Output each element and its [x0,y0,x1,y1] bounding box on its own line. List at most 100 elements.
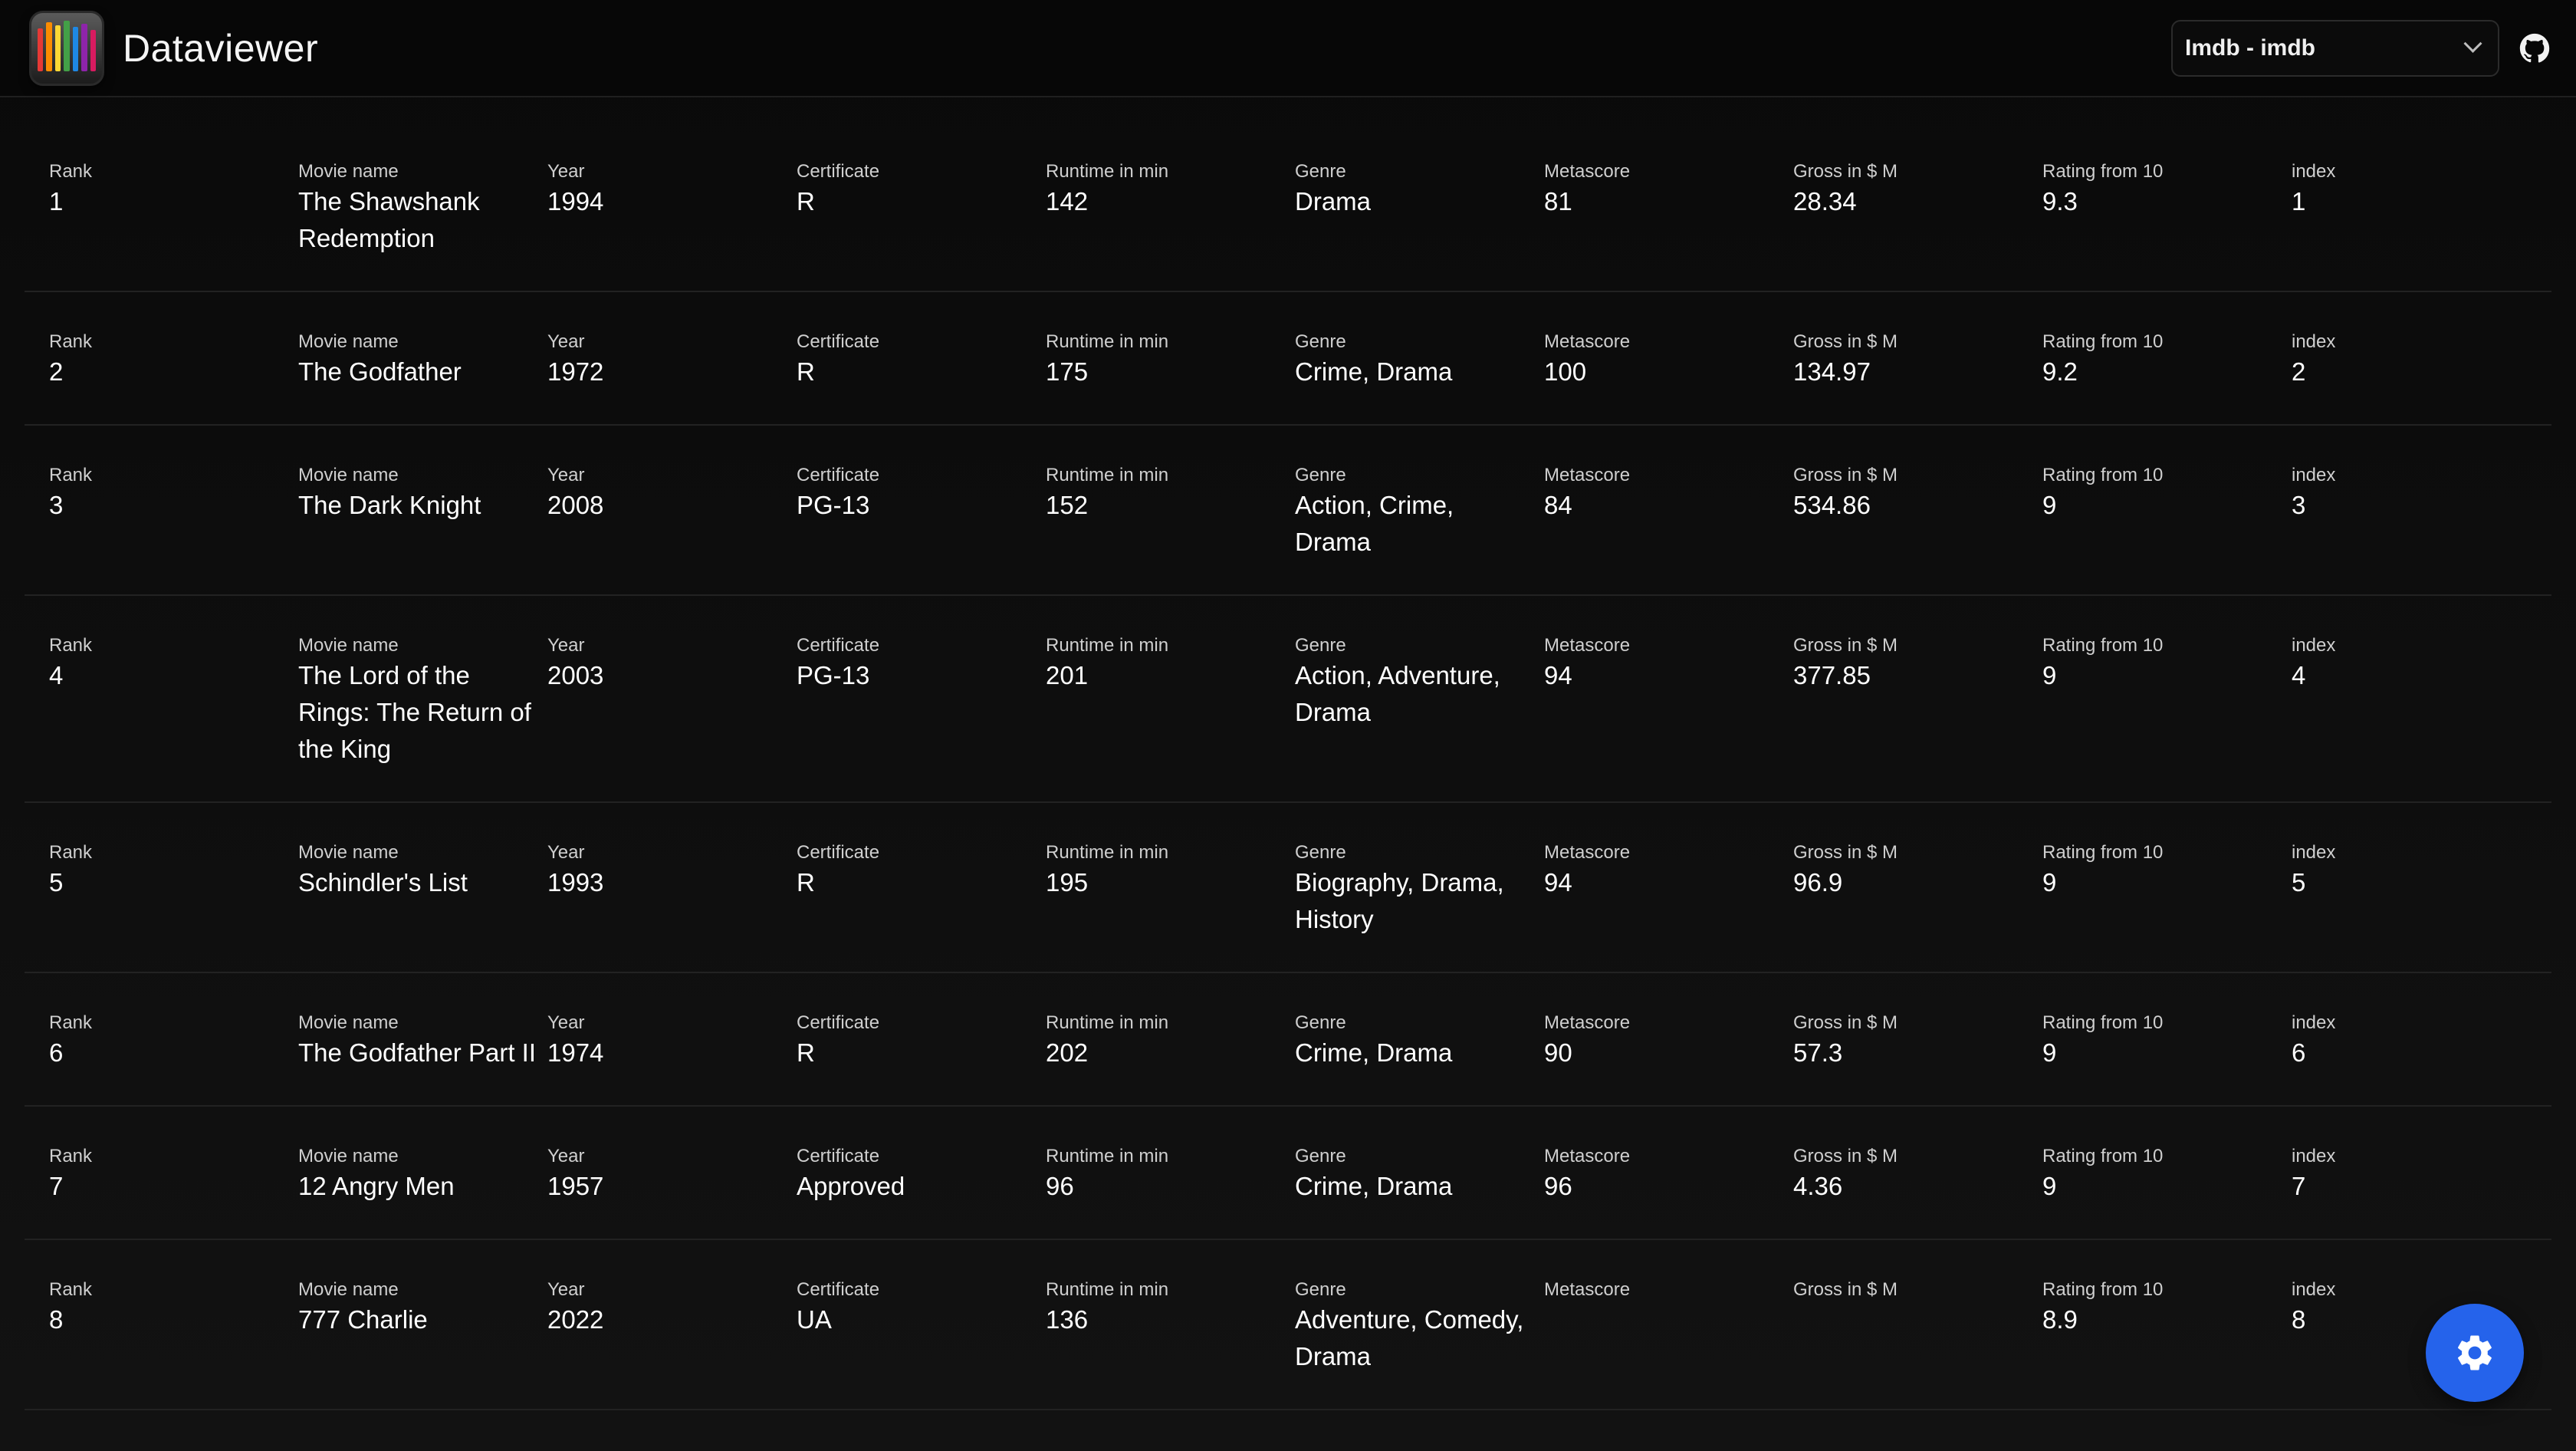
cell-certificate: Certificate UA [797,1278,1046,1375]
cell-label: Metascore [1544,1146,1631,1166]
cell-value: Crime, Drama [1295,1038,1453,1067]
cell-index: index 4 [2292,634,2541,768]
cell-gross: Gross in $ M [1793,1278,2042,1375]
cell-value: 96 [1544,1172,1572,1200]
cell-value: 136 [1046,1305,1089,1334]
cell-label: index [2292,1146,2336,1166]
cell-label: Runtime in min [1046,635,1169,656]
cell-value: 2 [49,357,64,386]
cell-genre: Genre Biography, Drama, History [1295,841,1544,938]
cell-label: index [2292,1012,2336,1033]
cell-label: index [2292,331,2336,352]
cell-label: Certificate [797,331,880,352]
cell-value: Crime, Drama [1295,357,1453,386]
cell-label: Movie name [298,1279,399,1300]
cell-value: 3 [49,491,64,519]
cell-label: Gross in $ M [1793,465,1898,485]
cell-value: R [797,187,815,216]
cell-label: Movie name [298,161,399,182]
cell-label: Rank [49,842,93,863]
cell-movie-name: Movie name Schindler's List [298,841,547,938]
cell-value: 9 [2042,1172,2057,1200]
cell-rank: Rank 2 [49,331,298,390]
cell-rating: Rating from 10 9 [2042,464,2292,561]
cell-movie-name: Movie name The Lord of the Rings: The Ret… [298,634,547,768]
cell-label: Metascore [1544,331,1631,352]
cell-movie-name: Movie name 777 Charlie [298,1278,547,1375]
cell-rank: Rank 1 [49,160,298,257]
cell-gross: Gross in $ M 28.34 [1793,160,2042,257]
cell-value: 94 [1544,661,1572,689]
cell-label: Rating from 10 [2042,1012,2164,1033]
cell-label: Metascore [1544,1279,1631,1300]
cell-runtime: Runtime in min 175 [1046,331,1295,390]
cell-label: index [2292,161,2336,182]
gear-icon [2458,1335,2492,1370]
header-actions: Imdb - imdb [2171,19,2551,77]
cell-value: R [797,357,815,386]
cell-value: 1 [2292,187,2306,216]
cell-value: 142 [1046,187,1089,216]
cell-genre: Genre Action, Crime, Drama [1295,464,1544,561]
cell-label: Runtime in min [1046,1279,1169,1300]
cell-year: Year 1974 [547,1012,797,1071]
settings-button[interactable] [2426,1304,2524,1402]
cell-label: index [2292,1279,2336,1300]
cell-rating: Rating from 10 9 [2042,841,2292,938]
cell-label: Year [547,1279,585,1300]
cell-value: UA [797,1305,832,1334]
cell-metascore: Metascore 96 [1544,1145,1793,1205]
cell-value: 9.3 [2042,187,2078,216]
chevron-down-icon [2463,34,2482,53]
cell-value: Crime, Drama [1295,1172,1453,1200]
cell-label: Rank [49,465,93,485]
cell-value: 1972 [547,357,604,386]
cell-genre: Genre Adventure, Comedy, Drama [1295,1278,1544,1375]
cell-rating: Rating from 10 8.9 [2042,1278,2292,1375]
cell-rating: Rating from 10 9 [2042,634,2292,768]
cell-genre: Genre Drama [1295,160,1544,257]
cell-label: Metascore [1544,842,1631,863]
cell-metascore: Metascore [1544,1278,1793,1375]
cell-gross: Gross in $ M 57.3 [1793,1012,2042,1071]
cell-label: Certificate [797,1012,880,1033]
cell-label: Runtime in min [1046,1146,1169,1166]
cell-label: Gross in $ M [1793,331,1898,352]
cell-rank: Rank 3 [49,464,298,561]
dataset-select[interactable]: Imdb - imdb [2171,19,2499,77]
cell-value: 8 [49,1305,64,1334]
cell-year: Year 2022 [547,1278,797,1375]
cell-index: index 2 [2292,331,2541,390]
app-title: Dataviewer [123,26,319,70]
dataset-select-value: Imdb - imdb [2185,35,2315,61]
cell-value: 201 [1046,661,1089,689]
table-row: Rank 2 Movie name The Godfather Year 1972 Cert… [25,292,2551,426]
cell-year: Year 2003 [547,634,797,768]
table-row: Rank 7 Movie name 12 Angry Men Year 1957 Certi… [25,1107,2551,1240]
cell-genre: Genre Crime, Drama [1295,1012,1544,1071]
cell-movie-name: Movie name The Shawshank Redemption [298,160,547,257]
cell-rank: Rank 8 [49,1278,298,1375]
cell-movie-name: Movie name The Godfather Part II [298,1012,547,1071]
cell-gross: Gross in $ M 377.85 [1793,634,2042,768]
cell-label: Runtime in min [1046,465,1169,485]
cell-label: Year [547,1146,585,1166]
cell-index: index 1 [2292,160,2541,257]
cell-value: 534.86 [1793,491,1871,519]
cell-certificate: Certificate R [797,160,1046,257]
cell-value: PG-13 [797,661,870,689]
github-icon[interactable] [2518,31,2551,65]
cell-label: Gross in $ M [1793,1279,1898,1300]
cell-gross: Gross in $ M 96.9 [1793,841,2042,938]
cell-value: 377.85 [1793,661,1871,689]
cell-label: Metascore [1544,635,1631,656]
cell-value: The Lord of the Rings: The Return of the… [298,661,531,763]
cell-gross: Gross in $ M 534.86 [1793,464,2042,561]
cell-value: 7 [2292,1172,2306,1200]
cell-label: Movie name [298,465,399,485]
cell-value: 84 [1544,491,1572,519]
cell-label: Runtime in min [1046,161,1169,182]
cell-label: Metascore [1544,1012,1631,1033]
cell-value: 1 [49,187,64,216]
cell-value: 2022 [547,1305,604,1334]
